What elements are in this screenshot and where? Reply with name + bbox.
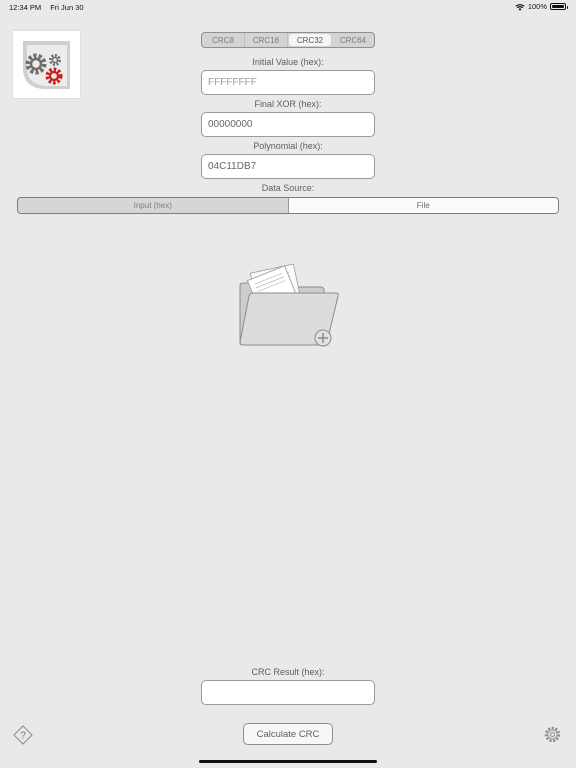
segment-crc16[interactable]: CRC16	[245, 33, 288, 47]
initial-value-label: Initial Value (hex):	[252, 57, 324, 67]
file-picker-button[interactable]	[232, 258, 344, 350]
battery-icon	[550, 3, 568, 10]
segment-crc32[interactable]: CRC32	[289, 34, 331, 46]
polynomial-label: Polynomial (hex):	[253, 141, 323, 151]
crc-type-selector[interactable]: CRC8 CRC16 CRC32 CRC64	[201, 32, 375, 48]
wifi-icon	[515, 3, 525, 11]
segment-input-hex[interactable]: Input (hex)	[18, 198, 288, 213]
status-bar-left: 12:34 PM Fri Jun 30	[9, 3, 84, 12]
home-indicator	[199, 760, 377, 763]
crc-result-label: CRC Result (hex):	[251, 667, 325, 677]
segment-crc64[interactable]: CRC64	[332, 33, 374, 47]
final-xor-label: Final XOR (hex):	[254, 99, 322, 109]
battery-percent: 100%	[527, 2, 547, 11]
crc-result-field	[201, 680, 375, 705]
help-icon: ?	[13, 725, 33, 745]
final-xor-value: 00000000	[208, 119, 253, 130]
help-button[interactable]: ?	[13, 725, 33, 745]
status-bar-right: 100%	[515, 2, 568, 11]
gear-icon	[544, 726, 561, 743]
initial-value-field[interactable]: FFFFFFFF	[201, 70, 375, 95]
polynomial-value: 04C11DB7	[208, 161, 257, 172]
segment-file[interactable]: File	[287, 198, 558, 213]
status-date: Fri Jun 30	[50, 3, 84, 12]
calculate-crc-button[interactable]: Calculate CRC	[243, 723, 333, 745]
polynomial-field[interactable]: 04C11DB7	[201, 154, 375, 179]
data-source-label: Data Source:	[261, 183, 315, 193]
segment-crc8[interactable]: CRC8	[202, 33, 245, 47]
final-xor-field[interactable]: 00000000	[201, 112, 375, 137]
status-time: 12:34 PM	[9, 3, 42, 12]
initial-value-placeholder: FFFFFFFF	[208, 77, 257, 88]
svg-text:?: ?	[20, 731, 26, 742]
calculate-crc-label: Calculate CRC	[256, 728, 320, 740]
folder-add-icon	[239, 263, 339, 347]
settings-button[interactable]	[543, 725, 562, 744]
data-source-selector[interactable]: Input (hex) File	[17, 197, 559, 214]
